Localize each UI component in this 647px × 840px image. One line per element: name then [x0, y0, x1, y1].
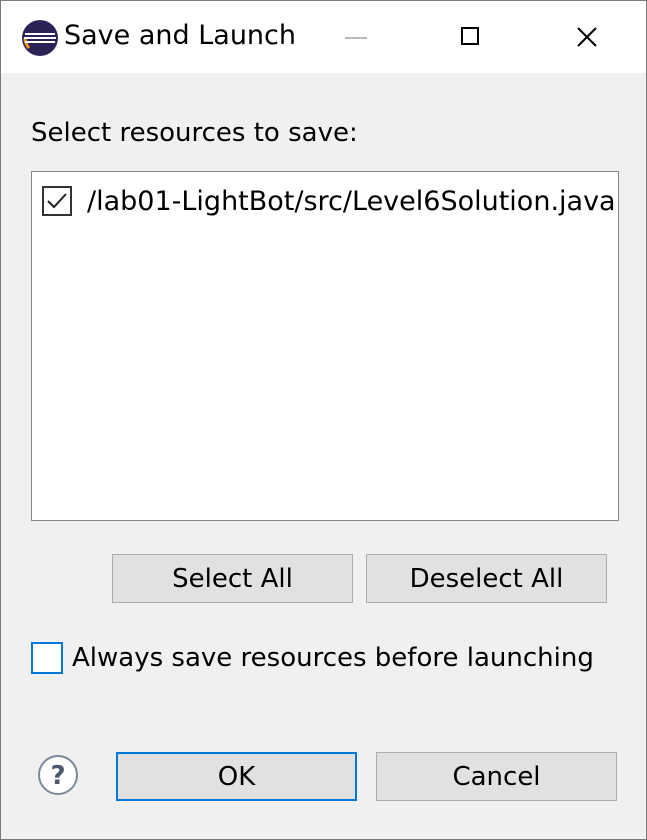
- deselect-all-button[interactable]: Deselect All: [366, 554, 607, 603]
- always-save-label: Always save resources before launching: [72, 643, 594, 673]
- window-title: Save and Launch: [64, 20, 297, 51]
- resource-list[interactable]: /lab01-LightBot/src/Level6Solution.java: [31, 171, 619, 521]
- list-item[interactable]: /lab01-LightBot/src/Level6Solution.java: [42, 184, 616, 218]
- eclipse-icon: [21, 19, 59, 57]
- always-save-option[interactable]: Always save resources before launching: [31, 642, 594, 674]
- svg-text:?: ?: [50, 761, 65, 791]
- minimize-button[interactable]: [298, 1, 414, 73]
- close-button[interactable]: [530, 1, 646, 73]
- close-icon: [577, 27, 597, 47]
- ok-button[interactable]: OK: [116, 752, 357, 801]
- maximize-button[interactable]: [414, 1, 530, 73]
- resource-checkbox[interactable]: [42, 186, 72, 216]
- help-icon[interactable]: ?: [37, 754, 79, 796]
- checkmark-icon: [47, 193, 67, 209]
- prompt-label: Select resources to save:: [31, 118, 358, 148]
- minimize-icon: [345, 37, 367, 39]
- always-save-checkbox[interactable]: [31, 642, 63, 674]
- resource-path: /lab01-LightBot/src/Level6Solution.java: [87, 185, 616, 217]
- title-bar: Save and Launch: [1, 1, 646, 73]
- cancel-button[interactable]: Cancel: [376, 752, 617, 801]
- select-all-button[interactable]: Select All: [112, 554, 353, 603]
- save-and-launch-dialog: Save and Launch Select resources to save…: [0, 0, 647, 840]
- maximize-icon: [461, 27, 479, 45]
